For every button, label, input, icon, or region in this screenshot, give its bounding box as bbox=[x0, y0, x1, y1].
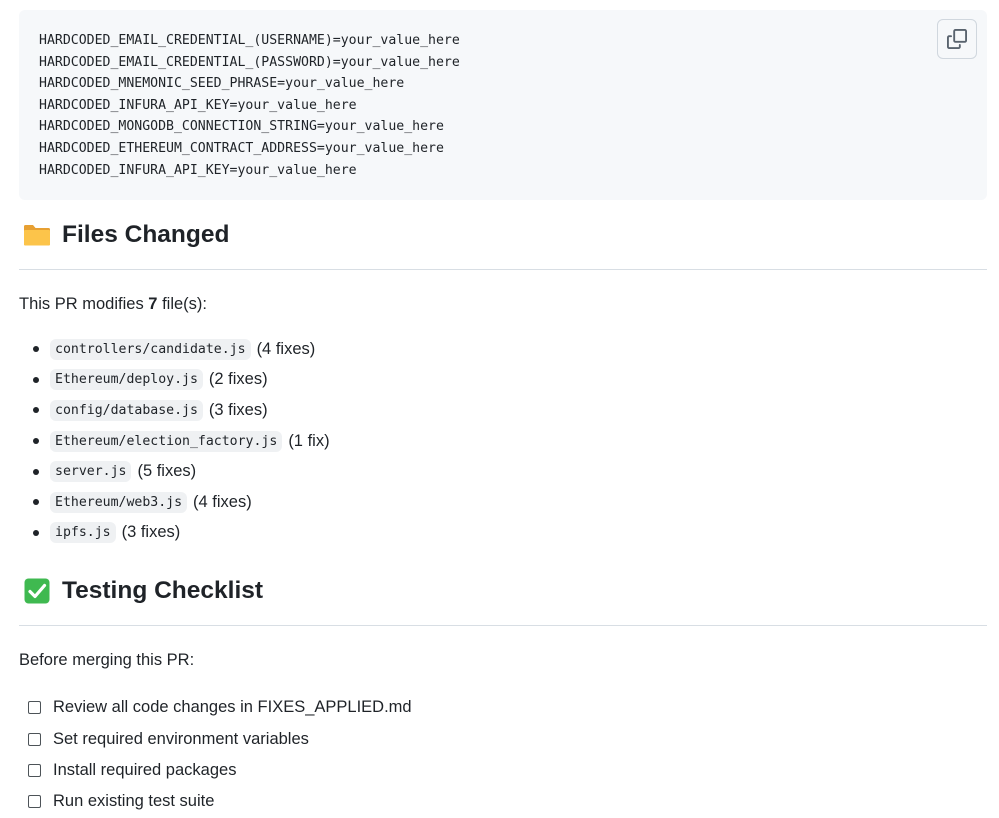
task-list-item: Review all code changes in FIXES_APPLIED… bbox=[19, 692, 987, 723]
code-line: HARDCODED_INFURA_API_KEY=your_value_here bbox=[39, 162, 357, 178]
task-checkbox[interactable] bbox=[28, 732, 41, 746]
testing-intro: Before merging this PR: bbox=[19, 651, 195, 670]
task-label: Review all code changes in FIXES_APPLIED… bbox=[53, 698, 412, 717]
bullet bbox=[33, 346, 39, 353]
code-line: HARDCODED_EMAIL_CREDENTIAL_(PASSWORD)=yo… bbox=[39, 54, 460, 70]
bullet bbox=[33, 407, 39, 414]
files-changed-heading: Files Changed bbox=[19, 200, 987, 270]
task-checkbox[interactable] bbox=[28, 763, 41, 777]
task-checkbox[interactable] bbox=[28, 795, 41, 809]
code-line: HARDCODED_EMAIL_CREDENTIAL_(USERNAME)=yo… bbox=[39, 33, 460, 48]
markdown-body: HARDCODED_EMAIL_CREDENTIAL_(USERNAME)=yo… bbox=[19, 0, 987, 817]
fix-count: (4 fixes) bbox=[256, 339, 316, 358]
bullet bbox=[33, 529, 39, 536]
copy-button[interactable] bbox=[937, 19, 977, 59]
file-path: Ethereum/deploy.js bbox=[50, 369, 203, 391]
file-path: config/database.js bbox=[50, 399, 203, 421]
files-intro: This PR modifies 7 file(s): bbox=[19, 295, 207, 313]
list-item: Ethereum/election_factory.js (1 fix) bbox=[19, 426, 987, 457]
fix-count: (2 fixes) bbox=[208, 370, 268, 389]
task-checkbox[interactable] bbox=[28, 701, 41, 715]
task-list-item: Run existing test suite bbox=[19, 786, 987, 817]
fix-count: (4 fixes) bbox=[193, 492, 252, 511]
task-list-item: Install required packages bbox=[19, 755, 987, 786]
copy-icon bbox=[947, 29, 967, 49]
bullet bbox=[33, 438, 39, 445]
list-item: config/database.js (3 fixes) bbox=[19, 395, 987, 426]
file-path: ipfs.js bbox=[50, 522, 116, 544]
fix-count: (3 fixes) bbox=[208, 400, 268, 419]
list-item: Ethereum/web3.js (4 fixes) bbox=[19, 487, 987, 518]
code-line: HARDCODED_MNEMONIC_SEED_PHRASE=your_valu… bbox=[39, 76, 405, 92]
task-label: Set required environment variables bbox=[53, 729, 309, 748]
code-line: HARDCODED_ETHEREUM_CONTRACT_ADDRESS=your… bbox=[39, 140, 444, 156]
fix-count: (3 fixes) bbox=[121, 523, 181, 542]
list-item: controllers/candidate.js (4 fixes) bbox=[19, 334, 987, 365]
check-mark-button-icon bbox=[22, 576, 52, 606]
task-list: Review all code changes in FIXES_APPLIED… bbox=[19, 692, 987, 817]
bullet bbox=[33, 376, 39, 383]
list-item: ipfs.js (3 fixes) bbox=[19, 518, 987, 549]
file-path: controllers/candidate.js bbox=[50, 338, 251, 360]
file-list: controllers/candidate.js (4 fixes) Ether… bbox=[19, 334, 987, 548]
code-line: HARDCODED_MONGODB_CONNECTION_STRING=your… bbox=[39, 119, 444, 135]
folder-icon bbox=[22, 220, 52, 250]
bullet bbox=[33, 468, 39, 475]
list-item: server.js (5 fixes) bbox=[19, 456, 987, 487]
bullet bbox=[33, 499, 39, 506]
task-list-item: Set required environment variables bbox=[19, 723, 987, 754]
task-label: Install required packages bbox=[53, 760, 237, 779]
list-item: Ethereum/deploy.js (2 fixes) bbox=[19, 365, 987, 396]
code-line: HARDCODED_INFURA_API_KEY=your_value_here bbox=[39, 97, 357, 113]
file-path: server.js bbox=[50, 461, 132, 483]
section-title: Files Changed bbox=[62, 220, 230, 248]
code-block: HARDCODED_EMAIL_CREDENTIAL_(USERNAME)=yo… bbox=[19, 10, 987, 200]
file-path: Ethereum/election_factory.js bbox=[50, 430, 283, 452]
section-title: Testing Checklist bbox=[62, 576, 264, 604]
file-path: Ethereum/web3.js bbox=[50, 491, 188, 513]
testing-checklist-heading: Testing Checklist bbox=[19, 556, 987, 627]
fix-count: (5 fixes) bbox=[137, 462, 197, 481]
task-label: Run existing test suite bbox=[53, 792, 215, 811]
fix-count: (1 fix) bbox=[288, 431, 330, 450]
